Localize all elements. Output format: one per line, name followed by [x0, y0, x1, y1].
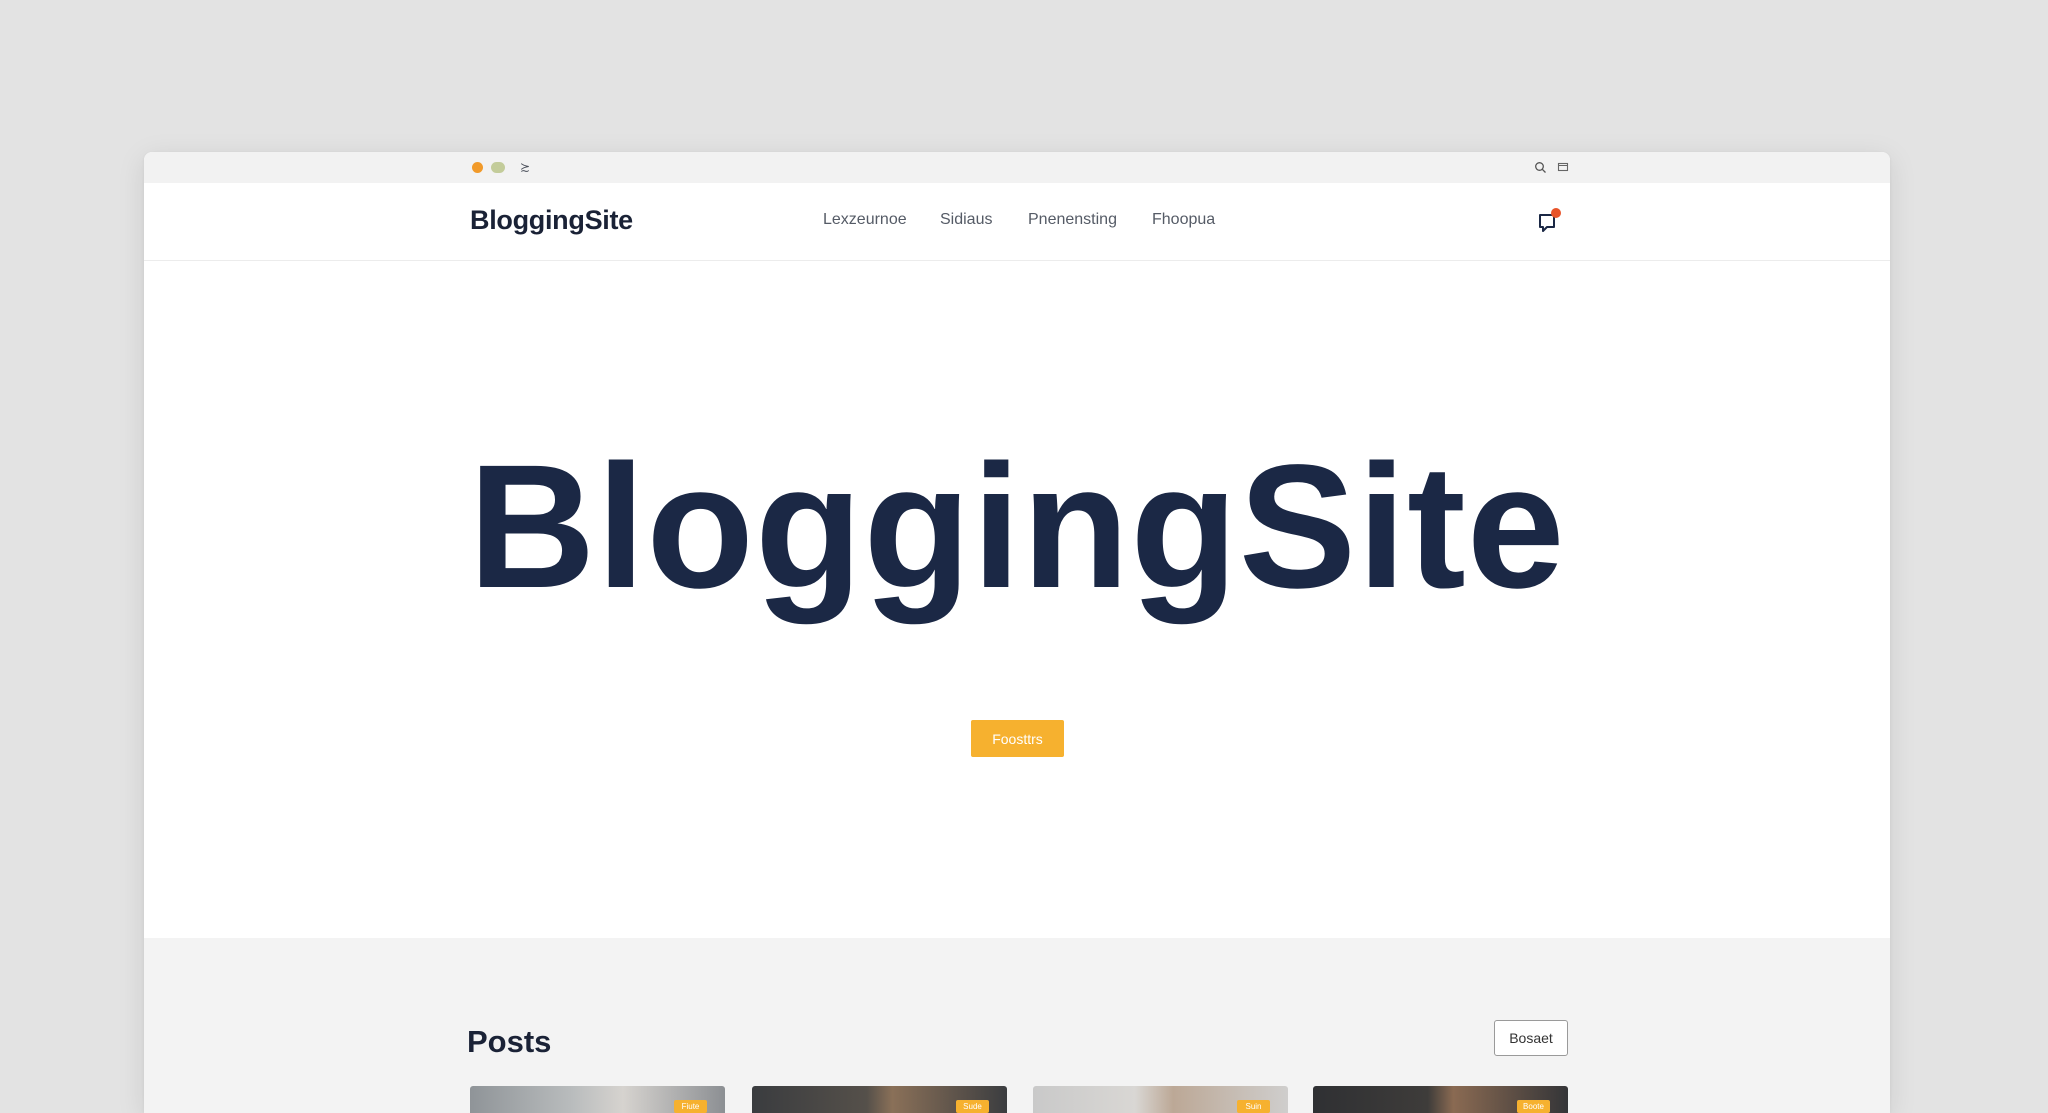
tab-icon[interactable] — [1557, 161, 1569, 173]
site-logo[interactable]: BloggingSite — [470, 205, 633, 236]
window-toggle-dot[interactable] — [491, 162, 505, 173]
nav-link-1[interactable]: Lexzeurnoe — [823, 211, 907, 229]
search-icon[interactable] — [1534, 161, 1547, 174]
nav-link-2[interactable]: Sidiaus — [940, 211, 992, 229]
post-card-badge: Boote — [1517, 1100, 1550, 1113]
post-card-badge: Sude — [956, 1100, 989, 1113]
hero-section: BloggingSite Foosttrs — [144, 261, 1890, 938]
post-card-badge: Suin — [1237, 1100, 1270, 1113]
chrome-menu-icon[interactable]: ≿ — [520, 160, 530, 174]
posts-section: Posts Bosaet Fiute Sude Suin Boote — [144, 938, 1890, 1113]
browser-chrome: ≿ — [144, 152, 1890, 183]
site-navbar: BloggingSite Lexzeurnoe Sidiaus Pnenenst… — [144, 183, 1890, 261]
post-card-badge: Fiute — [674, 1100, 707, 1113]
hero-cta-button[interactable]: Foosttrs — [971, 720, 1064, 757]
hero-title: BloggingSite — [468, 429, 1566, 625]
posts-browse-button[interactable]: Bosaet — [1494, 1020, 1568, 1056]
nav-link-4[interactable]: Fhoopua — [1152, 211, 1215, 229]
browser-window: ≿ BloggingSite Lexzeurnoe Sidiaus Pnenen… — [144, 152, 1890, 1113]
post-card[interactable]: Fiute — [470, 1086, 725, 1113]
post-card[interactable]: Boote — [1313, 1086, 1568, 1113]
bell-icon[interactable] — [1534, 205, 1564, 235]
posts-heading: Posts — [467, 1024, 552, 1059]
nav-link-3[interactable]: Pnenensting — [1028, 211, 1117, 229]
window-close-dot[interactable] — [472, 162, 483, 173]
post-card[interactable]: Sude — [752, 1086, 1007, 1113]
post-card[interactable]: Suin — [1033, 1086, 1288, 1113]
